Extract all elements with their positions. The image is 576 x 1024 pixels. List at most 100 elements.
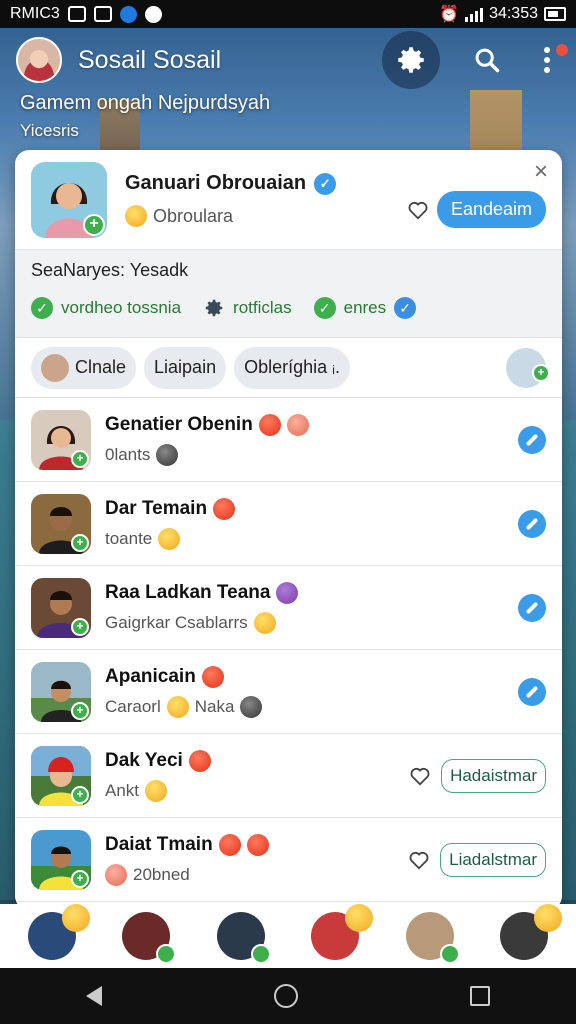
gear-icon (398, 47, 424, 73)
profile-action-button[interactable]: Eandeaim (436, 191, 546, 228)
emoji-icon (240, 695, 263, 718)
avatar: + (31, 577, 91, 638)
avatar: + (31, 409, 91, 470)
profile-name: Ganuari Obrouaian (125, 172, 307, 194)
contact-action-button[interactable]: Liadalstmar (440, 842, 546, 877)
emoji-icon (62, 904, 90, 932)
gallery-icon (93, 6, 112, 22)
chip-clnale[interactable]: Clnale (31, 346, 137, 389)
app-bar: Sosail Sosail (0, 28, 576, 92)
emoji-icon (218, 833, 241, 856)
home-icon[interactable] (274, 984, 298, 1008)
contact-name: Dak Yeci (105, 749, 183, 771)
list-item[interactable]: + Apanicain Caraorl Naka (15, 650, 562, 734)
contact-subtitle-extra: Naka (194, 696, 235, 716)
story-avatar[interactable] (28, 904, 90, 960)
subtitle-line-2: Yicesris (20, 121, 79, 140)
story-avatar[interactable] (405, 912, 460, 964)
stat-item[interactable]: ✓ enres ✓ (313, 297, 417, 319)
list-item[interactable]: + Raa Ladkan Teana Gaigrkar Csablarrs (15, 566, 562, 650)
more-menu-button[interactable] (534, 40, 568, 80)
stat-item[interactable]: rotficlas (203, 297, 292, 319)
story-avatar[interactable] (216, 912, 271, 964)
emoji-icon (286, 413, 309, 436)
add-badge-icon: + (83, 213, 105, 236)
add-badge-icon: + (71, 617, 89, 636)
edit-button[interactable] (518, 677, 546, 706)
add-badge-icon: + (71, 533, 89, 552)
subtitle-line-1: Gamem ongah Nejpurdsyah (20, 92, 271, 114)
contact-name: Dar Temain (105, 497, 208, 519)
list-item[interactable]: + Daiat Tmain 20bned Liadalstmar (15, 818, 562, 902)
list-item[interactable]: + Dak Yeci Ankt Hadaistmar (15, 734, 562, 818)
contact-list: + Genatier Obenin 0lants + Dar Temain to… (15, 398, 562, 902)
emoji-icon (105, 863, 127, 886)
carrier-label: RMIC3 (10, 5, 60, 22)
system-nav-bar (0, 968, 576, 1024)
search-button[interactable] (458, 31, 516, 89)
recent-apps-icon[interactable] (470, 986, 490, 1006)
heart-icon[interactable] (408, 849, 430, 871)
emoji-icon (158, 527, 181, 550)
back-icon[interactable] (86, 986, 102, 1006)
app-icon (119, 5, 137, 23)
search-icon (475, 48, 500, 73)
contact-name: Daiat Tmain (105, 833, 213, 855)
stats-title: SeaNaryes: Yesadk (31, 260, 189, 280)
emoji-icon (246, 833, 269, 856)
add-badge-icon: + (532, 363, 550, 382)
user-avatar[interactable] (16, 37, 62, 83)
emoji-icon (156, 443, 179, 466)
profile-section: + Ganuari Obrouaian ✓ Obroulara × Eandea… (15, 150, 562, 250)
header-subtitle: Gamem ongah Nejpurdsyah Yicesris (20, 92, 270, 141)
list-item[interactable]: + Dar Temain toante (15, 482, 562, 566)
avatar: + (31, 493, 91, 554)
add-badge-icon: + (71, 701, 89, 720)
chip-label: Liaipain (154, 357, 217, 377)
emoji-icon (166, 695, 189, 718)
notification-dot (556, 44, 568, 56)
add-badge-icon (250, 944, 271, 964)
emoji-icon (533, 904, 562, 932)
stat-item[interactable]: ✓ vordheo tossnia (31, 297, 181, 319)
contact-subtitle: Caraorl (105, 696, 161, 716)
verified-icon: ✓ (314, 172, 337, 195)
add-badge-icon: + (71, 785, 89, 804)
avatar: + (31, 829, 91, 890)
contact-subtitle: 20bned (133, 864, 190, 884)
edit-button[interactable] (518, 425, 546, 454)
contact-subtitle: 0lants (105, 444, 151, 464)
edit-button[interactable] (518, 509, 546, 538)
heart-icon[interactable] (409, 765, 431, 787)
emoji-icon (213, 497, 236, 520)
status-bar: RMIC3 ⏰ 34:353 (0, 0, 576, 28)
contact-action-button[interactable]: Hadaistmar (441, 758, 546, 793)
emoji-icon (345, 904, 374, 932)
navigation-icon (144, 5, 162, 23)
chip-liaipain[interactable]: Liaipain (144, 346, 227, 389)
chip-label: Clnale (75, 357, 127, 377)
edit-button[interactable] (518, 593, 546, 622)
stat-label: rotficlas (233, 298, 292, 317)
group-avatar[interactable]: + (506, 347, 550, 388)
story-avatar[interactable] (499, 904, 562, 960)
close-icon[interactable]: × (534, 158, 548, 186)
emoji-icon (276, 581, 299, 604)
check-icon: ✓ (313, 297, 336, 319)
gear-icon (205, 299, 223, 317)
profile-avatar[interactable]: + (31, 161, 107, 238)
avatar: + (31, 745, 91, 806)
chip-obleríghia[interactable]: Obleríghia ᵢ. (234, 346, 350, 389)
filter-chips: Clnale Liaipain Obleríghia ᵢ. + (15, 338, 562, 398)
main-card: + Ganuari Obrouaian ✓ Obroulara × Eandea… (15, 150, 562, 910)
settings-button[interactable] (382, 31, 440, 89)
stat-label: vordheo tossnia (61, 298, 182, 317)
list-item[interactable]: + Genatier Obenin 0lants (15, 398, 562, 482)
emoji-icon (145, 779, 168, 802)
add-badge-icon (156, 944, 177, 964)
story-avatar[interactable] (122, 912, 177, 964)
heart-icon[interactable] (407, 199, 429, 221)
story-avatar[interactable] (311, 904, 374, 960)
app-title: Sosail Sosail (78, 45, 222, 74)
stories-bar (0, 904, 576, 968)
